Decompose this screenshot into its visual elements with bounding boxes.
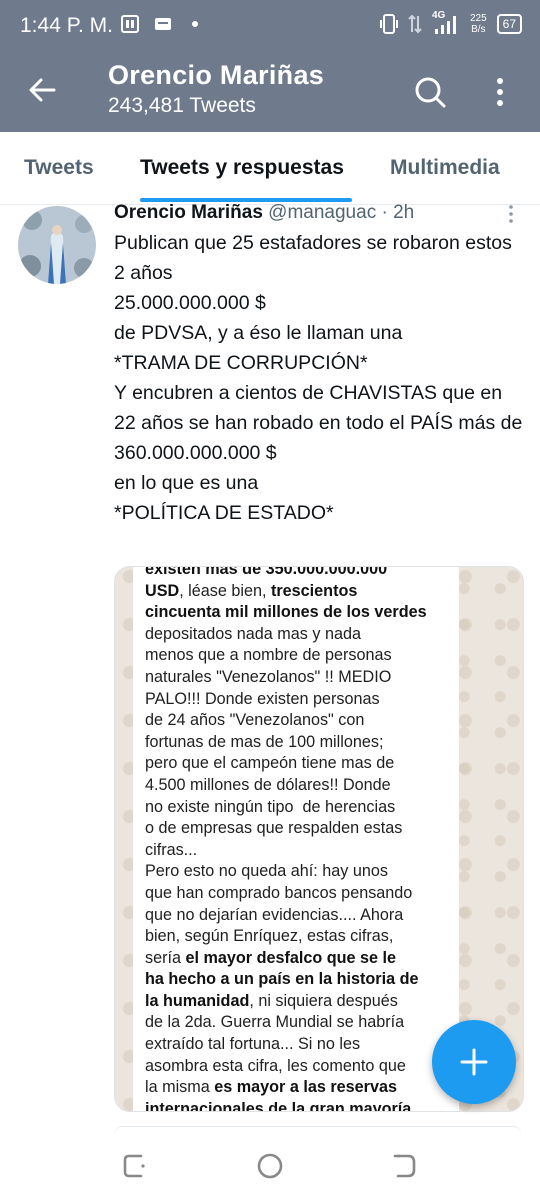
msg-line: Pero esto no queda ahí: hay unos: [145, 862, 388, 881]
msg-line: el mayor desfalco que se le: [185, 948, 397, 967]
tab-multimedia[interactable]: Multimedia: [390, 156, 500, 180]
msg-line: fortunas de mas de 100 millones;: [145, 732, 384, 751]
msg-line: de 24 años "Venezolanos" con: [145, 711, 365, 730]
msg-line: cincuenta mil millones de los verdes: [145, 603, 427, 622]
tweet-header: Orencio Mariñas @managuac · 2h: [114, 202, 414, 224]
dot-icon: [192, 21, 198, 27]
back-arrow-icon[interactable]: [24, 72, 60, 108]
msg-line: internacionales de la gran mayoría: [145, 1099, 412, 1112]
msg-line: , ni siquiera después: [249, 991, 398, 1010]
message-icon: [155, 18, 171, 30]
msg-line: menos que a nombre de personas: [145, 646, 392, 665]
net-speed-value: 225: [469, 13, 487, 24]
avatar[interactable]: [18, 206, 96, 284]
msg-line: PALO!!! Donde existen personas: [145, 689, 380, 708]
tweet-text: Publican que 25 estafadores se robaron e…: [114, 232, 523, 524]
system-nav-bar: [0, 1134, 540, 1200]
msg-line: o de empresas que respalden estas: [145, 819, 403, 838]
msg-line: trescientos: [270, 581, 358, 600]
net-speed: 225 B/s: [470, 13, 487, 35]
msg-line: la humanidad: [145, 991, 250, 1010]
compose-tweet-button[interactable]: [432, 1020, 516, 1104]
vibrate-icon: [379, 14, 398, 34]
msg-line: extraído tal fortuna... Si no les: [145, 1035, 361, 1054]
msg-line: sería: [145, 948, 186, 967]
msg-line: asombra esta cifra, les comento que: [145, 1056, 406, 1075]
msg-line: naturales "Venezolanos" !! MEDIO: [145, 667, 392, 686]
profile-header: Orencio Mariñas 243,481 Tweets: [0, 52, 540, 132]
tweet-separator: ·: [381, 202, 388, 223]
status-bar: 1:44 P. M. 4G 225 B/s 67: [0, 0, 540, 52]
status-icons-right: 4G 225 B/s 67: [379, 10, 522, 36]
msg-line: que han comprado bancos pensando: [145, 883, 413, 902]
tab-tweets-y-respuestas[interactable]: Tweets y respuestas: [140, 156, 344, 180]
plus-icon: [460, 1048, 488, 1076]
home-circle-icon[interactable]: [252, 1148, 288, 1184]
msg-line: ha hecho a un país en la historia de: [145, 970, 419, 989]
sim-card-icon: [121, 15, 139, 33]
more-vertical-icon[interactable]: [486, 72, 514, 112]
profile-tabs: Tweets Tweets y respuestas Multimedia: [0, 132, 540, 205]
status-time: 1:44 P. M.: [20, 14, 114, 37]
tweet-author-name[interactable]: Orencio Mariñas: [114, 202, 263, 223]
msg-line: la misma: [145, 1078, 215, 1097]
tweet-author-handle[interactable]: @managuac: [268, 202, 376, 223]
tweet-count: 243,481 Tweets: [108, 94, 256, 117]
msg-line: , léase bien,: [179, 581, 271, 600]
recent-apps-icon[interactable]: [117, 1148, 153, 1184]
tweet-more-icon[interactable]: [505, 204, 517, 224]
tab-tweets[interactable]: Tweets: [24, 156, 94, 180]
search-icon[interactable]: [410, 72, 450, 112]
msg-line: que no dejarían evidencias.... Ahora: [145, 905, 404, 924]
msg-line: USD: [145, 581, 180, 600]
chat-message-text: existen más de 350.000.000.000 USD, léas…: [145, 566, 447, 1112]
tweet-time: 2h: [393, 202, 415, 223]
data-arrows-icon: [408, 14, 422, 34]
msg-line: cifras...: [145, 840, 198, 859]
msg-line: es mayor a las reservas: [214, 1078, 397, 1097]
msg-line: existen más de 350.000.000.000: [145, 566, 388, 578]
battery-icon: 67: [496, 14, 522, 34]
msg-line: bien, según Enríquez, estas cifras,: [145, 927, 394, 946]
msg-line: depositados nada mas y nada: [145, 624, 361, 643]
chat-message-bubble: existen más de 350.000.000.000 USD, léas…: [133, 566, 459, 1112]
msg-line: 4.500 millones de dólares!! Donde: [145, 775, 391, 794]
profile-name: Orencio Mariñas: [108, 60, 325, 90]
net-speed-unit: B/s: [471, 24, 486, 35]
msg-line: no existe ningún tipo de herencias: [145, 797, 396, 816]
msg-line: pero que el campeón tiene mas de: [145, 754, 395, 773]
signal-icon: 4G: [432, 10, 460, 36]
back-nav-icon[interactable]: [386, 1148, 422, 1184]
msg-line: de la 2da. Guerra Mundial se habría: [145, 1013, 405, 1032]
